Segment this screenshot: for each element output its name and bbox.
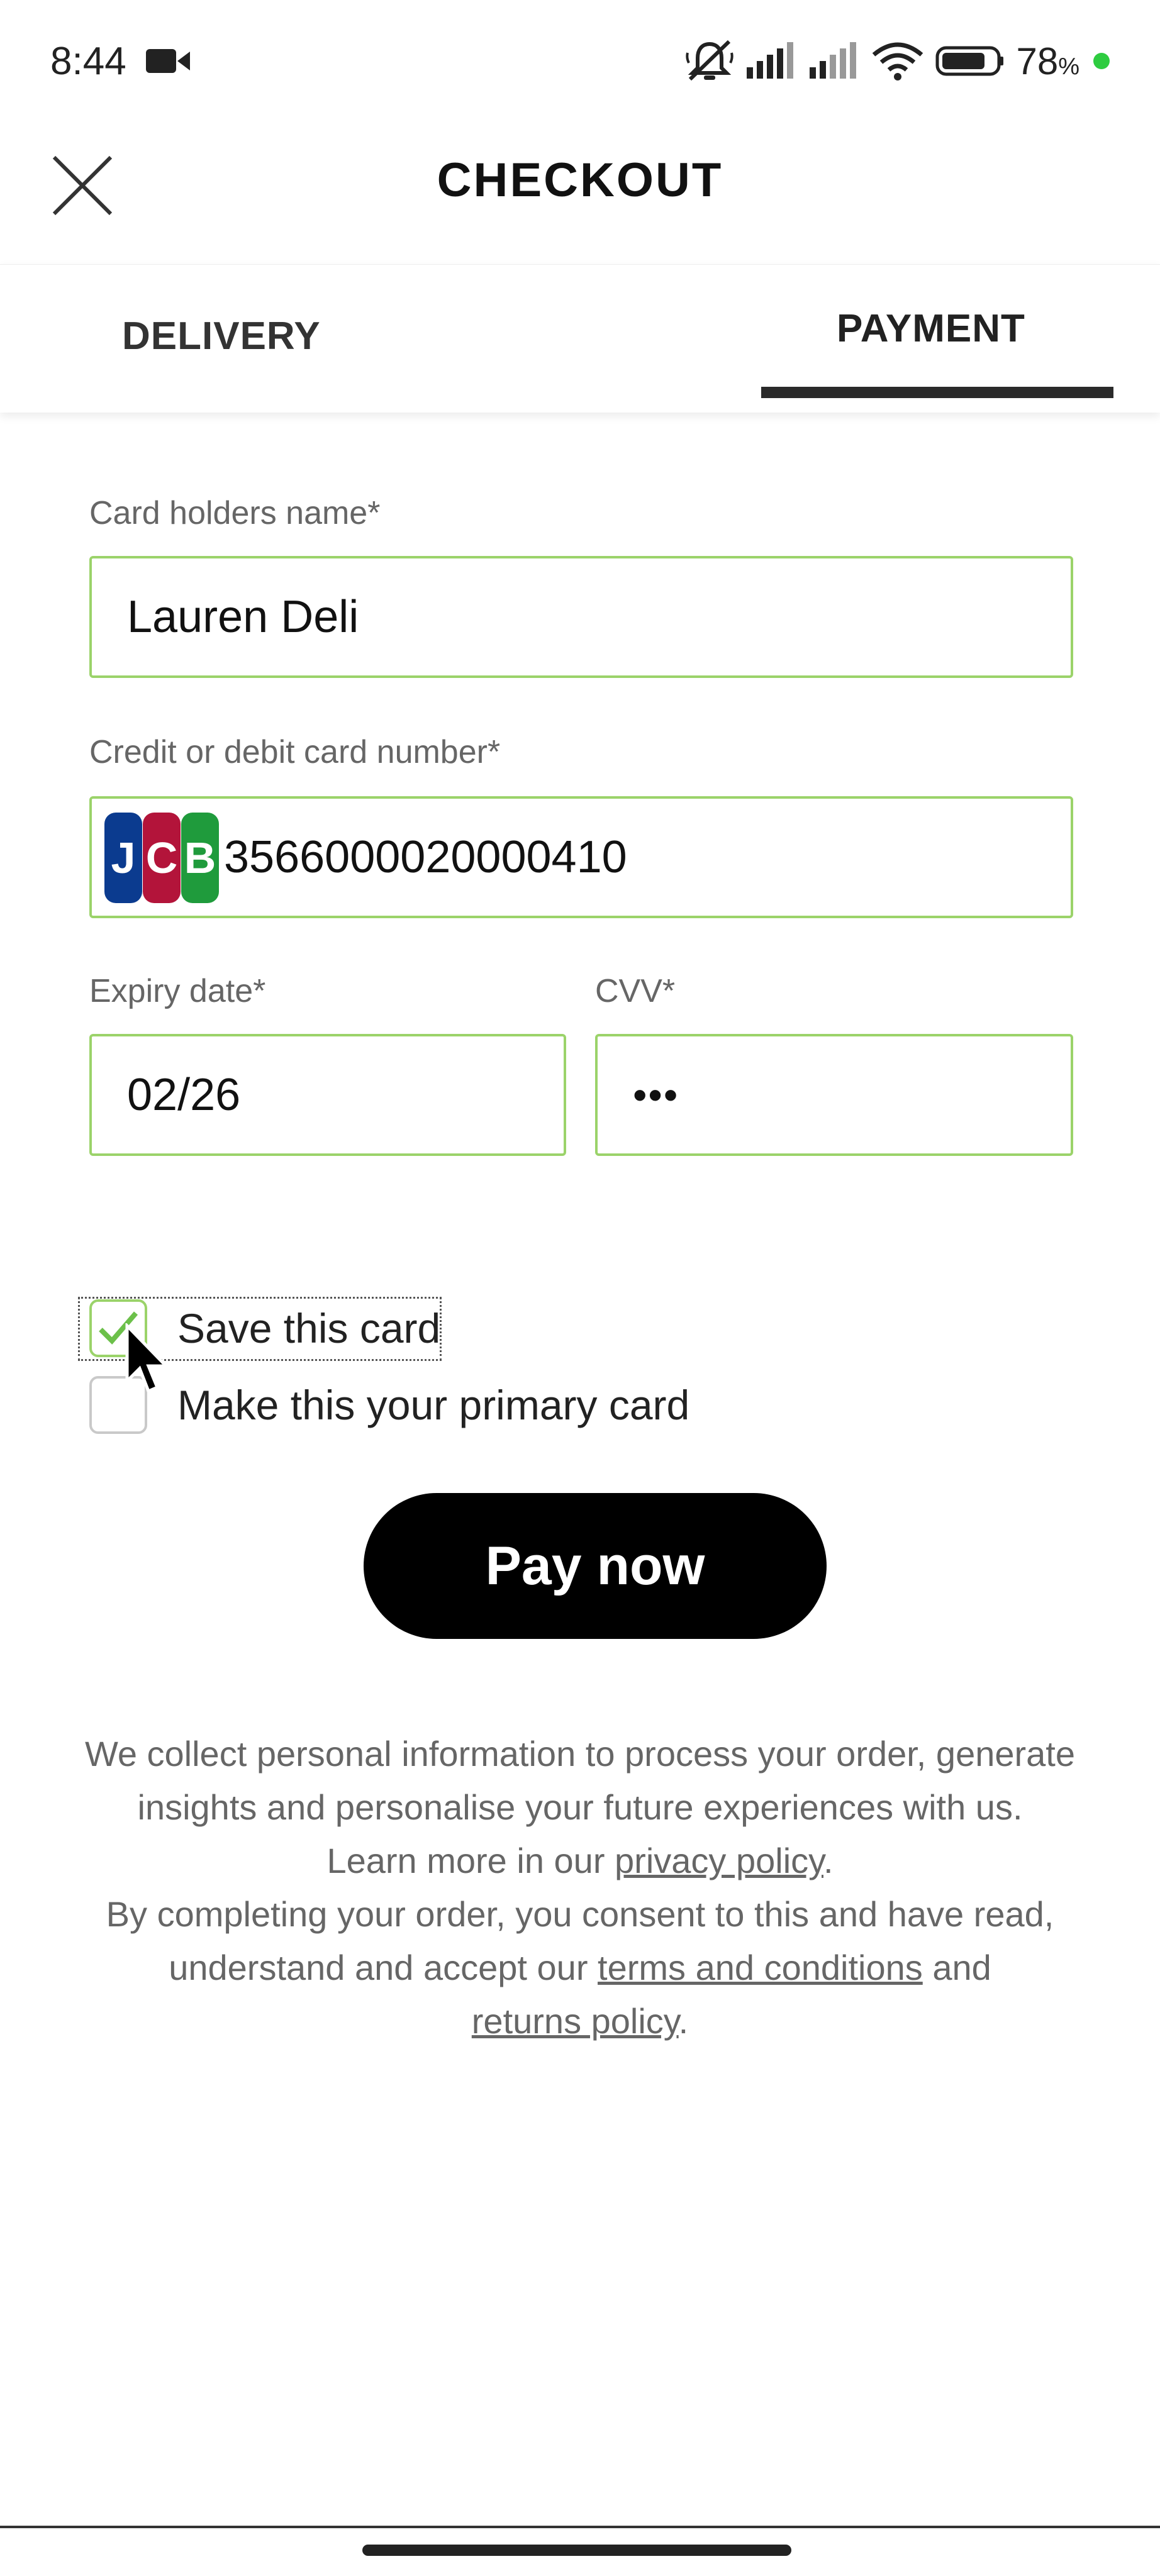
primary-card-label: Make this your primary card bbox=[177, 1382, 690, 1428]
battery-percent: 78% bbox=[1016, 40, 1079, 82]
cardholder-name-label: Card holders name* bbox=[89, 495, 381, 531]
charging-dot bbox=[1093, 53, 1110, 69]
svg-text:B: B bbox=[184, 833, 216, 882]
cardholder-name-value: Lauren Deli bbox=[127, 592, 359, 642]
expiry-date-value: 02/26 bbox=[127, 1070, 241, 1120]
save-card-label: Save this card bbox=[177, 1305, 441, 1352]
status-time: 8:44 bbox=[50, 40, 126, 83]
legal-line-2: Learn more in our bbox=[326, 1841, 615, 1880]
mute-bell-icon bbox=[686, 40, 734, 81]
tab-payment[interactable]: PAYMENT bbox=[837, 306, 1025, 351]
bottom-divider bbox=[0, 2526, 1160, 2528]
primary-card-option[interactable]: Make this your primary card bbox=[89, 1376, 689, 1434]
pay-now-button[interactable]: Pay now bbox=[364, 1493, 827, 1639]
card-number-value: 3566000020000410 bbox=[224, 832, 627, 882]
home-indicator[interactable] bbox=[362, 2545, 791, 2556]
cvv-field[interactable]: ••• bbox=[595, 1034, 1073, 1156]
expiry-date-label: Expiry date* bbox=[89, 973, 266, 1009]
expiry-date-field[interactable]: 02/26 bbox=[89, 1034, 566, 1156]
cvv-value: ••• bbox=[633, 1072, 679, 1118]
privacy-policy-link[interactable]: privacy policy bbox=[615, 1841, 823, 1880]
page-title: CHECKOUT bbox=[437, 153, 723, 207]
status-bar: 8:44 78% bbox=[0, 0, 1160, 126]
active-tab-indicator bbox=[761, 387, 1113, 398]
signal-icon bbox=[810, 42, 857, 79]
svg-text:J: J bbox=[111, 833, 136, 882]
card-number-field[interactable]: J C B 3566000020000410 bbox=[89, 796, 1073, 918]
checkout-tabs: DELIVERY PAYMENT bbox=[0, 264, 1160, 413]
cvv-label: CVV* bbox=[595, 973, 676, 1009]
legal-period: . bbox=[823, 1841, 834, 1880]
mouse-cursor-icon bbox=[125, 1323, 170, 1394]
returns-policy-link[interactable]: returns policy bbox=[472, 2001, 679, 2041]
wifi-icon bbox=[873, 42, 923, 80]
battery-icon bbox=[935, 46, 1004, 76]
tab-delivery[interactable]: DELIVERY bbox=[122, 314, 321, 358]
terms-and-conditions-link[interactable]: terms and conditions bbox=[598, 1948, 923, 1987]
cardholder-name-field[interactable]: Lauren Deli bbox=[89, 556, 1073, 678]
svg-text:C: C bbox=[146, 833, 178, 882]
card-number-label: Credit or debit card number* bbox=[89, 734, 501, 770]
status-icons: 78% bbox=[685, 39, 1110, 83]
jcb-logo-icon: J C B bbox=[104, 813, 219, 903]
legal-period: . bbox=[678, 2001, 689, 2041]
legal-line-1: We collect personal information to proce… bbox=[84, 1734, 1075, 1827]
video-camera-icon bbox=[146, 49, 190, 73]
legal-and: and bbox=[922, 1948, 991, 1987]
legal-notice: We collect personal information to proce… bbox=[63, 1727, 1097, 2048]
signal-icon bbox=[747, 42, 794, 79]
